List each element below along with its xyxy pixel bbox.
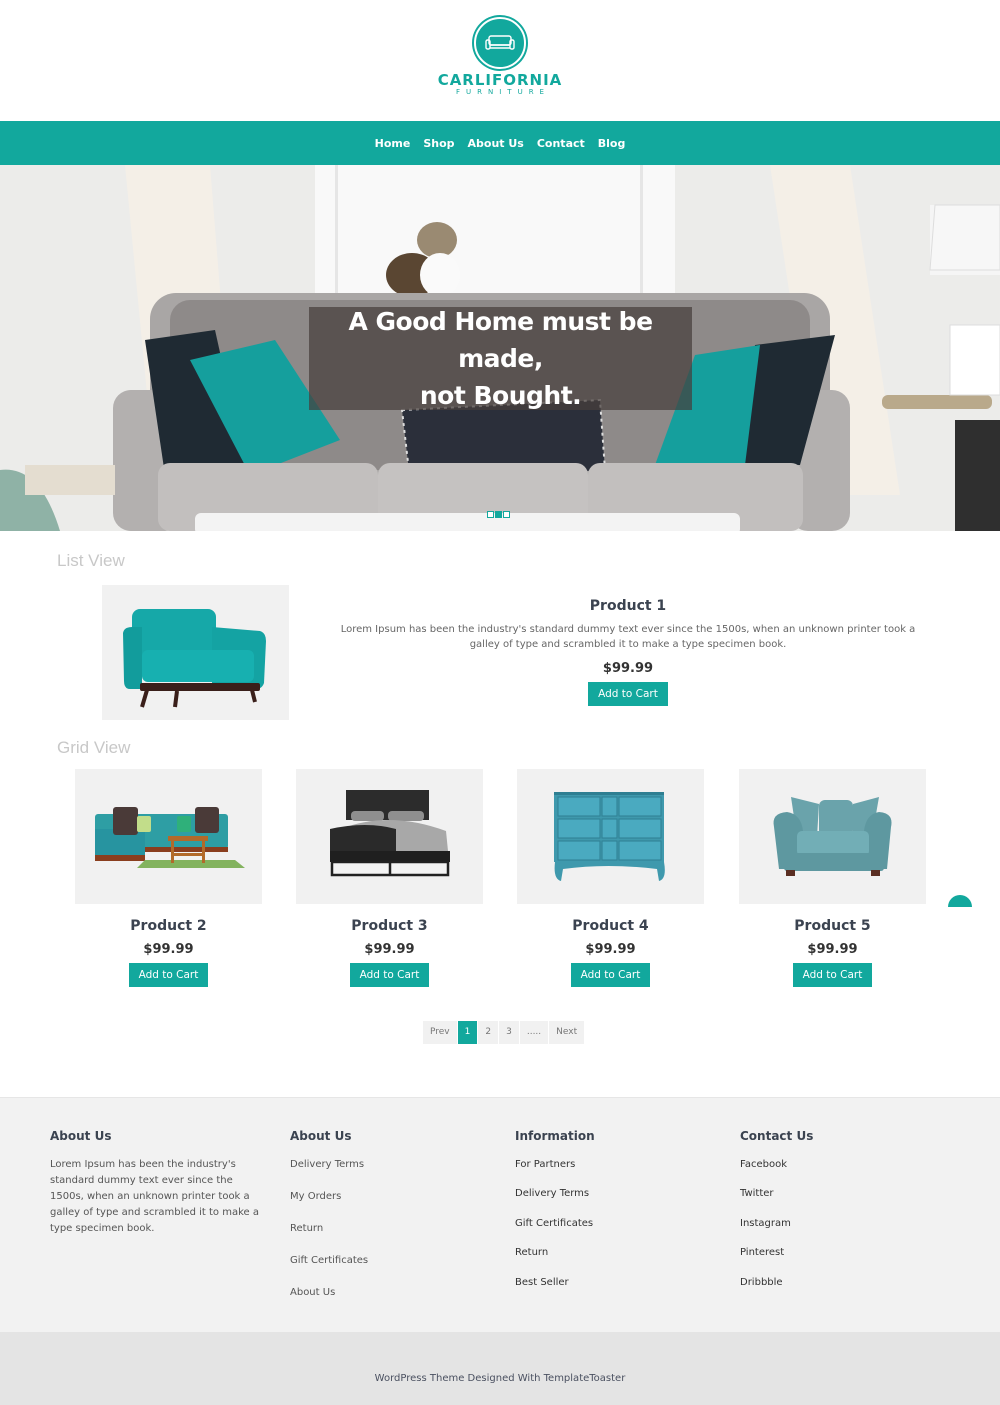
hero-caption: A Good Home must be made, not Bought. xyxy=(309,307,692,410)
footer-link-twitter[interactable]: Twitter xyxy=(740,1186,813,1201)
footer-link-instagram[interactable]: Instagram xyxy=(740,1216,813,1231)
hero-headline-line1: A Good Home must be made, xyxy=(348,307,653,373)
add-to-cart-button-product-4[interactable]: Add to Cart xyxy=(570,963,651,987)
add-to-cart-button-product-5[interactable]: Add to Cart xyxy=(792,963,873,987)
product-4-title[interactable]: Product 4 xyxy=(517,918,704,934)
footer-contact-heading: Contact Us xyxy=(740,1129,814,1143)
product-4-image[interactable] xyxy=(517,769,704,904)
sofa-icon xyxy=(485,35,515,50)
product-5-image[interactable] xyxy=(739,769,926,904)
logo-badge xyxy=(474,17,526,69)
add-to-cart-button-product-2[interactable]: Add to Cart xyxy=(128,963,209,987)
add-to-cart-button-product-1[interactable]: Add to Cart xyxy=(588,682,668,706)
footer-link-pinterest[interactable]: Pinterest xyxy=(740,1245,813,1260)
footer-link-my-orders[interactable]: My Orders xyxy=(290,1189,368,1205)
nav-contact[interactable]: Contact xyxy=(537,137,585,150)
product-1-details: Product 1 Lorem Ipsum has been the indus… xyxy=(330,598,926,706)
footer-about-links-heading: About Us xyxy=(290,1129,352,1143)
footer-link-for-partners[interactable]: For Partners xyxy=(515,1157,595,1172)
pagination-page-1[interactable]: 1 xyxy=(457,1021,478,1044)
list-view-heading: List View xyxy=(57,551,125,570)
slider-dots xyxy=(487,511,510,518)
footer-contact-column: Contact Us Facebook Twitter Instagram Pi… xyxy=(740,1129,813,1304)
footer-link-gift-certificates-2[interactable]: Gift Certificates xyxy=(515,1216,595,1231)
footer-link-facebook[interactable]: Facebook xyxy=(740,1157,813,1172)
slide-dot-2[interactable] xyxy=(495,511,502,518)
slide-dot-3[interactable] xyxy=(503,511,510,518)
main-nav: Home Shop About Us Contact Blog xyxy=(0,121,1000,165)
product-card-3: Product 3 $99.99 Add to Cart xyxy=(296,769,483,987)
page: CARLIFORNIA FURNITURE Home Shop About Us… xyxy=(0,0,1000,1405)
product-3-title[interactable]: Product 3 xyxy=(296,918,483,934)
product-1-description: Lorem Ipsum has been the industry's stan… xyxy=(340,624,916,650)
dresser-image xyxy=(554,792,665,881)
brand-tagline: FURNITURE xyxy=(455,88,550,96)
footer-information-heading: Information xyxy=(515,1129,595,1143)
slide-dot-1[interactable] xyxy=(487,511,494,518)
hero-headline-line2: not Bought. xyxy=(419,381,582,410)
product-4-price: $99.99 xyxy=(585,942,636,957)
nav-about-us[interactable]: About Us xyxy=(468,137,524,150)
nav-home[interactable]: Home xyxy=(375,137,411,150)
copyright-bar: WordPress Theme Designed With TemplateTo… xyxy=(0,1332,1000,1405)
pagination-prev[interactable]: Prev xyxy=(423,1021,457,1044)
footer-about-links-column: About Us Delivery Terms My Orders Return… xyxy=(290,1129,368,1317)
footer-link-return[interactable]: Return xyxy=(290,1221,368,1237)
product-5-title[interactable]: Product 5 xyxy=(739,918,926,934)
footer-about-text: Lorem Ipsum has been the industry's stan… xyxy=(50,1159,259,1234)
sectional-sofa-image xyxy=(95,807,245,868)
product-5-price: $99.99 xyxy=(807,942,858,957)
product-2-title[interactable]: Product 2 xyxy=(75,918,262,934)
site-logo[interactable]: CARLIFORNIA FURNITURE xyxy=(0,17,1000,96)
product-3-price: $99.99 xyxy=(364,942,415,957)
armchair-image xyxy=(123,609,266,708)
product-1-price: $99.99 xyxy=(602,661,654,676)
footer-about-column: About Us Lorem Ipsum has been the indust… xyxy=(50,1129,265,1237)
brand-name: CARLIFORNIA xyxy=(437,71,563,89)
product-card-2: Product 2 $99.99 Add to Cart xyxy=(75,769,262,987)
product-card-5: Product 5 $99.99 Add to Cart xyxy=(739,769,926,987)
footer-link-gift-certificates[interactable]: Gift Certificates xyxy=(290,1253,368,1269)
footer-link-best-seller[interactable]: Best Seller xyxy=(515,1275,595,1290)
pagination: Prev 1 2 3 ..... Next xyxy=(423,1021,585,1044)
nav-blog[interactable]: Blog xyxy=(598,137,626,150)
grid-view-heading: Grid View xyxy=(57,738,131,757)
pagination-ellipsis: ..... xyxy=(519,1021,549,1044)
pagination-next[interactable]: Next xyxy=(549,1021,585,1044)
product-1-image[interactable] xyxy=(102,585,289,720)
footer-about-heading: About Us xyxy=(50,1129,112,1143)
site-footer: About Us Lorem Ipsum has been the indust… xyxy=(0,1097,1000,1332)
product-1-title[interactable]: Product 1 xyxy=(330,598,926,614)
footer-link-dribbble[interactable]: Dribbble xyxy=(740,1275,813,1290)
footer-information-column: Information For Partners Delivery Terms … xyxy=(515,1129,595,1304)
footer-link-about-us[interactable]: About Us xyxy=(290,1285,368,1301)
product-2-price: $99.99 xyxy=(143,942,194,957)
footer-link-delivery-terms-2[interactable]: Delivery Terms xyxy=(515,1186,595,1201)
site-header: CARLIFORNIA FURNITURE xyxy=(0,0,1000,121)
product-3-image[interactable] xyxy=(296,769,483,904)
pagination-page-2[interactable]: 2 xyxy=(478,1021,499,1044)
product-2-image[interactable] xyxy=(75,769,262,904)
scroll-to-top-button[interactable] xyxy=(948,895,972,907)
nav-shop[interactable]: Shop xyxy=(423,137,454,150)
footer-link-return-2[interactable]: Return xyxy=(515,1245,595,1260)
loveseat-image xyxy=(773,797,892,876)
product-card-4: Product 4 $99.99 Add to Cart xyxy=(517,769,704,987)
footer-link-delivery-terms[interactable]: Delivery Terms xyxy=(290,1157,368,1173)
bed-image xyxy=(330,790,450,877)
hero-slider: A Good Home must be made, not Bought. xyxy=(0,165,1000,531)
footer-credit[interactable]: WordPress Theme Designed With TemplateTo… xyxy=(375,1373,626,1384)
pagination-page-3[interactable]: 3 xyxy=(499,1021,519,1044)
add-to-cart-button-product-3[interactable]: Add to Cart xyxy=(349,963,430,987)
